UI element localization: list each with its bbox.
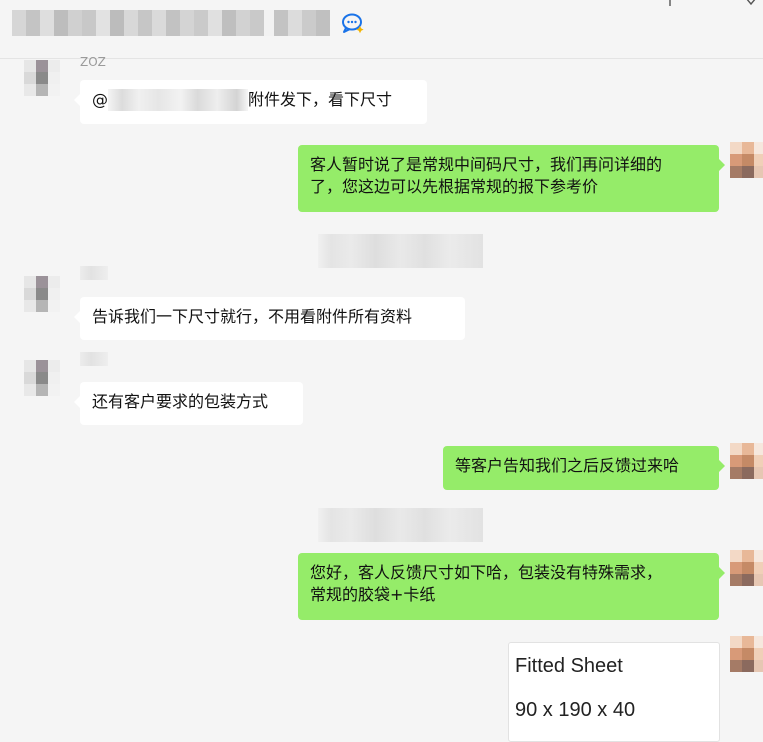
pin-icon[interactable] (664, 0, 676, 8)
self-avatar[interactable] (730, 550, 763, 610)
message-bubble[interactable]: 您好，客人反馈尺寸如下哈，包装没有特殊需求， 常规的胶袋+卡纸 (298, 553, 725, 620)
message-text-line: 客人暂时说了是常规中间码尺寸，我们再问详细的 (310, 155, 663, 174)
sender-name-pixelated (80, 352, 108, 366)
message-bubble[interactable]: 等客户告知我们之后反馈过来哈 (443, 446, 725, 490)
message-text-line: 常规的胶袋+卡纸 (310, 585, 436, 604)
mention-prefix: @ (92, 90, 108, 109)
chat-bubble-icon[interactable] (341, 12, 365, 34)
avatar[interactable] (24, 360, 60, 414)
message-bubble[interactable]: 客人暂时说了是常规中间码尺寸，我们再问详细的 了，您这边可以先根据常规的报下参考… (298, 145, 725, 212)
avatar[interactable] (24, 60, 60, 114)
message-bubble[interactable]: 还有客户要求的包装方式 (74, 382, 303, 425)
message-text: 等客户告知我们之后反馈过来哈 (455, 456, 680, 475)
self-avatar[interactable] (730, 636, 763, 696)
attachment-card[interactable]: Fitted Sheet 90 x 190 x 40 (508, 642, 720, 742)
timestamp-pixelated (318, 234, 483, 268)
self-avatar[interactable] (730, 142, 763, 202)
chat-title-pixelated (12, 10, 336, 36)
close-icon[interactable] (744, 0, 758, 8)
mention-name-pixelated (108, 89, 248, 111)
message-text-line: 了，您这边可以先根据常规的报下参考价 (310, 177, 599, 196)
attachment-line-product: Fitted Sheet (515, 655, 623, 677)
message-bubble[interactable]: @ 附件发下，看下尺寸 (74, 80, 427, 124)
sender-name: ZOZ (80, 55, 106, 69)
message-text: 告诉我们一下尺寸就行，不用看附件所有资料 (92, 307, 413, 326)
message-text: 还有客户要求的包装方式 (92, 392, 269, 411)
attachment-line-size: 90 x 190 x 40 (515, 699, 636, 721)
message-text-line: 您好，客人反馈尺寸如下哈，包装没有特殊需求， (310, 563, 663, 582)
timestamp-pixelated (318, 508, 483, 542)
chat-header (0, 0, 763, 59)
message-text: 附件发下，看下尺寸 (248, 90, 393, 109)
avatar[interactable] (24, 276, 60, 330)
message-bubble[interactable]: 告诉我们一下尺寸就行，不用看附件所有资料 (74, 297, 465, 340)
self-avatar[interactable] (730, 443, 763, 503)
sender-name-pixelated (80, 266, 108, 280)
